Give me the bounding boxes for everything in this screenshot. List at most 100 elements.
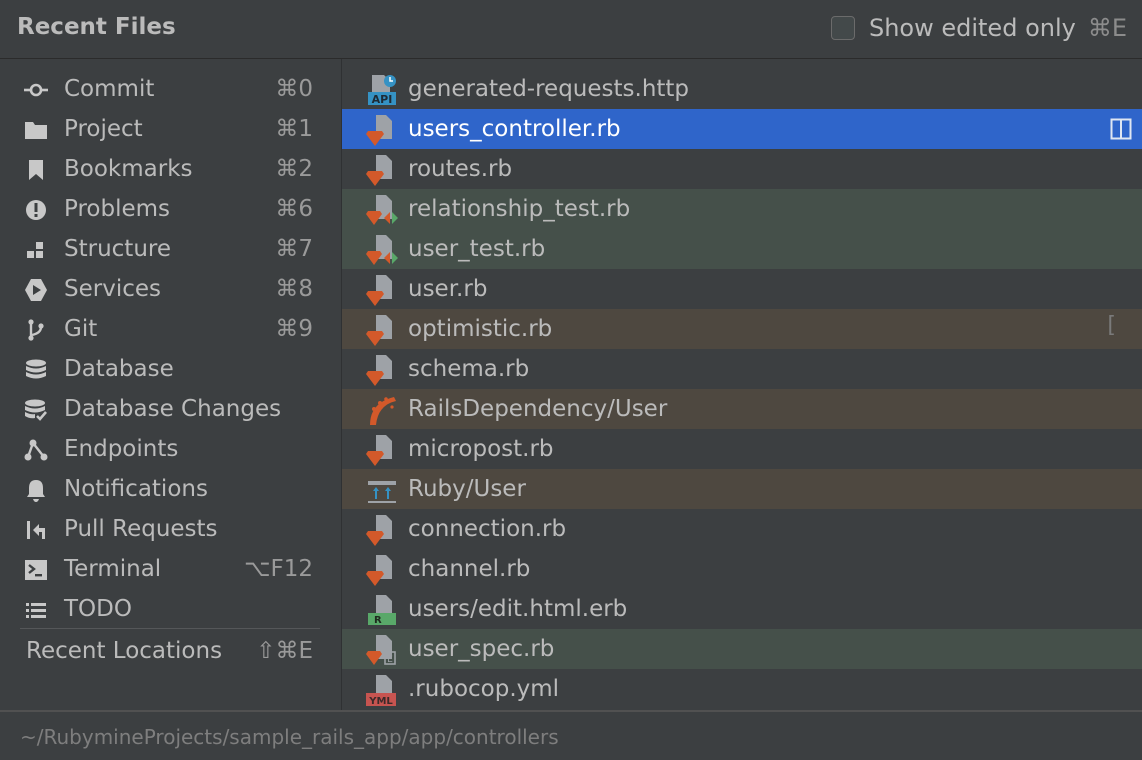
problems-icon bbox=[24, 198, 48, 222]
file-list-item[interactable]: API generated-requests.http bbox=[342, 69, 1142, 109]
sidebar-item-shortcut: ⌘9 bbox=[275, 316, 313, 342]
sidebar-item-shortcut: ⌥F12 bbox=[244, 556, 313, 582]
sidebar-item-database[interactable]: Database bbox=[0, 349, 341, 389]
sidebar-item-shortcut: ⌘1 bbox=[275, 116, 313, 142]
ruby-file-icon bbox=[366, 273, 398, 307]
sidebar-item-problems[interactable]: Problems ⌘6 bbox=[0, 189, 341, 229]
sidebar-item-label: Services bbox=[64, 276, 161, 302]
ruby-file-icon bbox=[366, 553, 398, 587]
file-name: schema.rb bbox=[408, 356, 530, 382]
file-list-item[interactable]: micropost.rb bbox=[342, 429, 1142, 469]
tool-window-sidebar: Commit ⌘0 Project ⌘1 Bookmarks ⌘2 Proble… bbox=[0, 59, 341, 710]
sidebar-item-label: TODO bbox=[64, 596, 132, 622]
sidebar-item-pull-requests[interactable]: Pull Requests bbox=[0, 509, 341, 549]
file-path-label: ~/RubymineProjects/sample_rails_app/app/… bbox=[20, 725, 559, 749]
file-name: channel.rb bbox=[408, 556, 531, 582]
file-list-item[interactable]: YML .rubocop.yml bbox=[342, 669, 1142, 709]
popup-header: Recent Files Show edited only ⌘E bbox=[0, 0, 1142, 59]
sidebar-divider bbox=[20, 628, 320, 629]
svg-text:R: R bbox=[374, 615, 382, 626]
path-footer: ~/RubymineProjects/sample_rails_app/app/… bbox=[0, 710, 1142, 760]
sidebar-item-notifications[interactable]: Notifications bbox=[0, 469, 341, 509]
file-list-item[interactable]: R users/edit.html.erb bbox=[342, 589, 1142, 629]
file-name: generated-requests.http bbox=[408, 76, 690, 102]
recent-files-list: API generated-requests.http users_contro… bbox=[342, 67, 1142, 710]
file-list-item[interactable]: user.rb bbox=[342, 269, 1142, 309]
sidebar-item-label: Pull Requests bbox=[64, 516, 218, 542]
file-name: RailsDependency/User bbox=[408, 396, 668, 422]
ruby-file-icon bbox=[366, 313, 398, 347]
ruby-file-icon bbox=[366, 113, 398, 147]
recent-locations-link[interactable]: Recent Locations ⇧⌘E bbox=[0, 631, 341, 671]
sidebar-item-commit[interactable]: Commit ⌘0 bbox=[0, 69, 341, 109]
file-list-item-selected[interactable]: users_controller.rb bbox=[342, 109, 1142, 149]
sidebar-item-label: Structure bbox=[64, 236, 171, 262]
file-list-item[interactable]: E user_spec.rb bbox=[342, 629, 1142, 669]
sidebar-item-shortcut: ⌘6 bbox=[275, 196, 313, 222]
ruby-file-icon bbox=[366, 433, 398, 467]
ruby-test-file-icon bbox=[366, 193, 398, 227]
file-list-item[interactable]: relationship_test.rb bbox=[342, 189, 1142, 229]
sidebar-item-label: Endpoints bbox=[64, 436, 179, 462]
file-list-item[interactable]: optimistic.rb [ bbox=[342, 309, 1142, 349]
sidebar-item-database-changes[interactable]: Database Changes bbox=[0, 389, 341, 429]
http-api-file-icon: API bbox=[366, 73, 398, 107]
sidebar-item-shortcut: ⌘2 bbox=[275, 156, 313, 182]
git-branch-icon bbox=[24, 318, 48, 342]
sidebar-item-git[interactable]: Git ⌘9 bbox=[0, 309, 341, 349]
show-edited-only-toggle[interactable]: Show edited only ⌘E bbox=[830, 13, 1127, 43]
sidebar-item-label: Problems bbox=[64, 196, 171, 222]
sidebar-item-label: Terminal bbox=[64, 556, 162, 582]
file-list-item[interactable]: channel.rb bbox=[342, 549, 1142, 589]
split-bracket-marker: [ bbox=[1107, 313, 1116, 338]
file-name: relationship_test.rb bbox=[408, 196, 631, 222]
file-name: optimistic.rb bbox=[408, 316, 553, 342]
file-name: Ruby/User bbox=[408, 476, 526, 502]
bell-icon bbox=[24, 478, 48, 502]
ruby-test-file-icon bbox=[366, 233, 398, 267]
todo-list-icon bbox=[24, 598, 48, 622]
sidebar-item-label: Bookmarks bbox=[64, 156, 193, 182]
ruby-file-icon bbox=[366, 513, 398, 547]
folder-icon bbox=[24, 118, 48, 142]
show-edited-only-label[interactable]: Show edited only bbox=[869, 14, 1076, 42]
sidebar-item-label: Notifications bbox=[64, 476, 208, 502]
recent-locations-label: Recent Locations bbox=[26, 638, 223, 664]
svg-text:E: E bbox=[387, 655, 393, 665]
sidebar-item-services[interactable]: Services ⌘8 bbox=[0, 269, 341, 309]
sidebar-item-endpoints[interactable]: Endpoints bbox=[0, 429, 341, 469]
file-name: .rubocop.yml bbox=[408, 676, 560, 702]
sidebar-item-label: Git bbox=[64, 316, 98, 342]
ruby-file-icon bbox=[366, 353, 398, 387]
svg-text:YML: YML bbox=[368, 696, 393, 707]
file-list-item[interactable]: schema.rb bbox=[342, 349, 1142, 389]
file-list-item[interactable]: Ruby/User bbox=[342, 469, 1142, 509]
file-list-item[interactable]: routes.rb bbox=[342, 149, 1142, 189]
open-in-split-icon[interactable] bbox=[1110, 118, 1132, 140]
sidebar-item-label: Database Changes bbox=[64, 396, 282, 422]
file-name: user_spec.rb bbox=[408, 636, 555, 662]
svg-text:API: API bbox=[372, 93, 393, 106]
file-name: micropost.rb bbox=[408, 436, 554, 462]
sidebar-item-label: Commit bbox=[64, 76, 155, 102]
sidebar-item-todo[interactable]: TODO bbox=[0, 589, 341, 629]
file-list-item[interactable]: connection.rb bbox=[342, 509, 1142, 549]
sidebar-item-structure[interactable]: Structure ⌘7 bbox=[0, 229, 341, 269]
bookmark-icon bbox=[24, 158, 48, 182]
sidebar-item-bookmarks[interactable]: Bookmarks ⌘2 bbox=[0, 149, 341, 189]
file-list-item[interactable]: RailsDependency/User bbox=[342, 389, 1142, 429]
rails-icon bbox=[366, 393, 398, 427]
file-list-item[interactable]: user_test.rb bbox=[342, 229, 1142, 269]
sidebar-item-shortcut: ⌘0 bbox=[275, 76, 313, 102]
sidebar-item-label: Project bbox=[64, 116, 143, 142]
sidebar-item-project[interactable]: Project ⌘1 bbox=[0, 109, 341, 149]
pull-request-icon bbox=[24, 518, 48, 542]
sidebar-item-shortcut: ⌘7 bbox=[275, 236, 313, 262]
commit-icon bbox=[24, 78, 48, 102]
diagram-icon bbox=[366, 473, 398, 507]
show-edited-only-checkbox[interactable] bbox=[830, 16, 855, 40]
popup-title: Recent Files bbox=[17, 14, 176, 40]
file-name: users_controller.rb bbox=[408, 116, 621, 142]
sidebar-item-shortcut: ⌘8 bbox=[275, 276, 313, 302]
sidebar-item-terminal[interactable]: Terminal ⌥F12 bbox=[0, 549, 341, 589]
